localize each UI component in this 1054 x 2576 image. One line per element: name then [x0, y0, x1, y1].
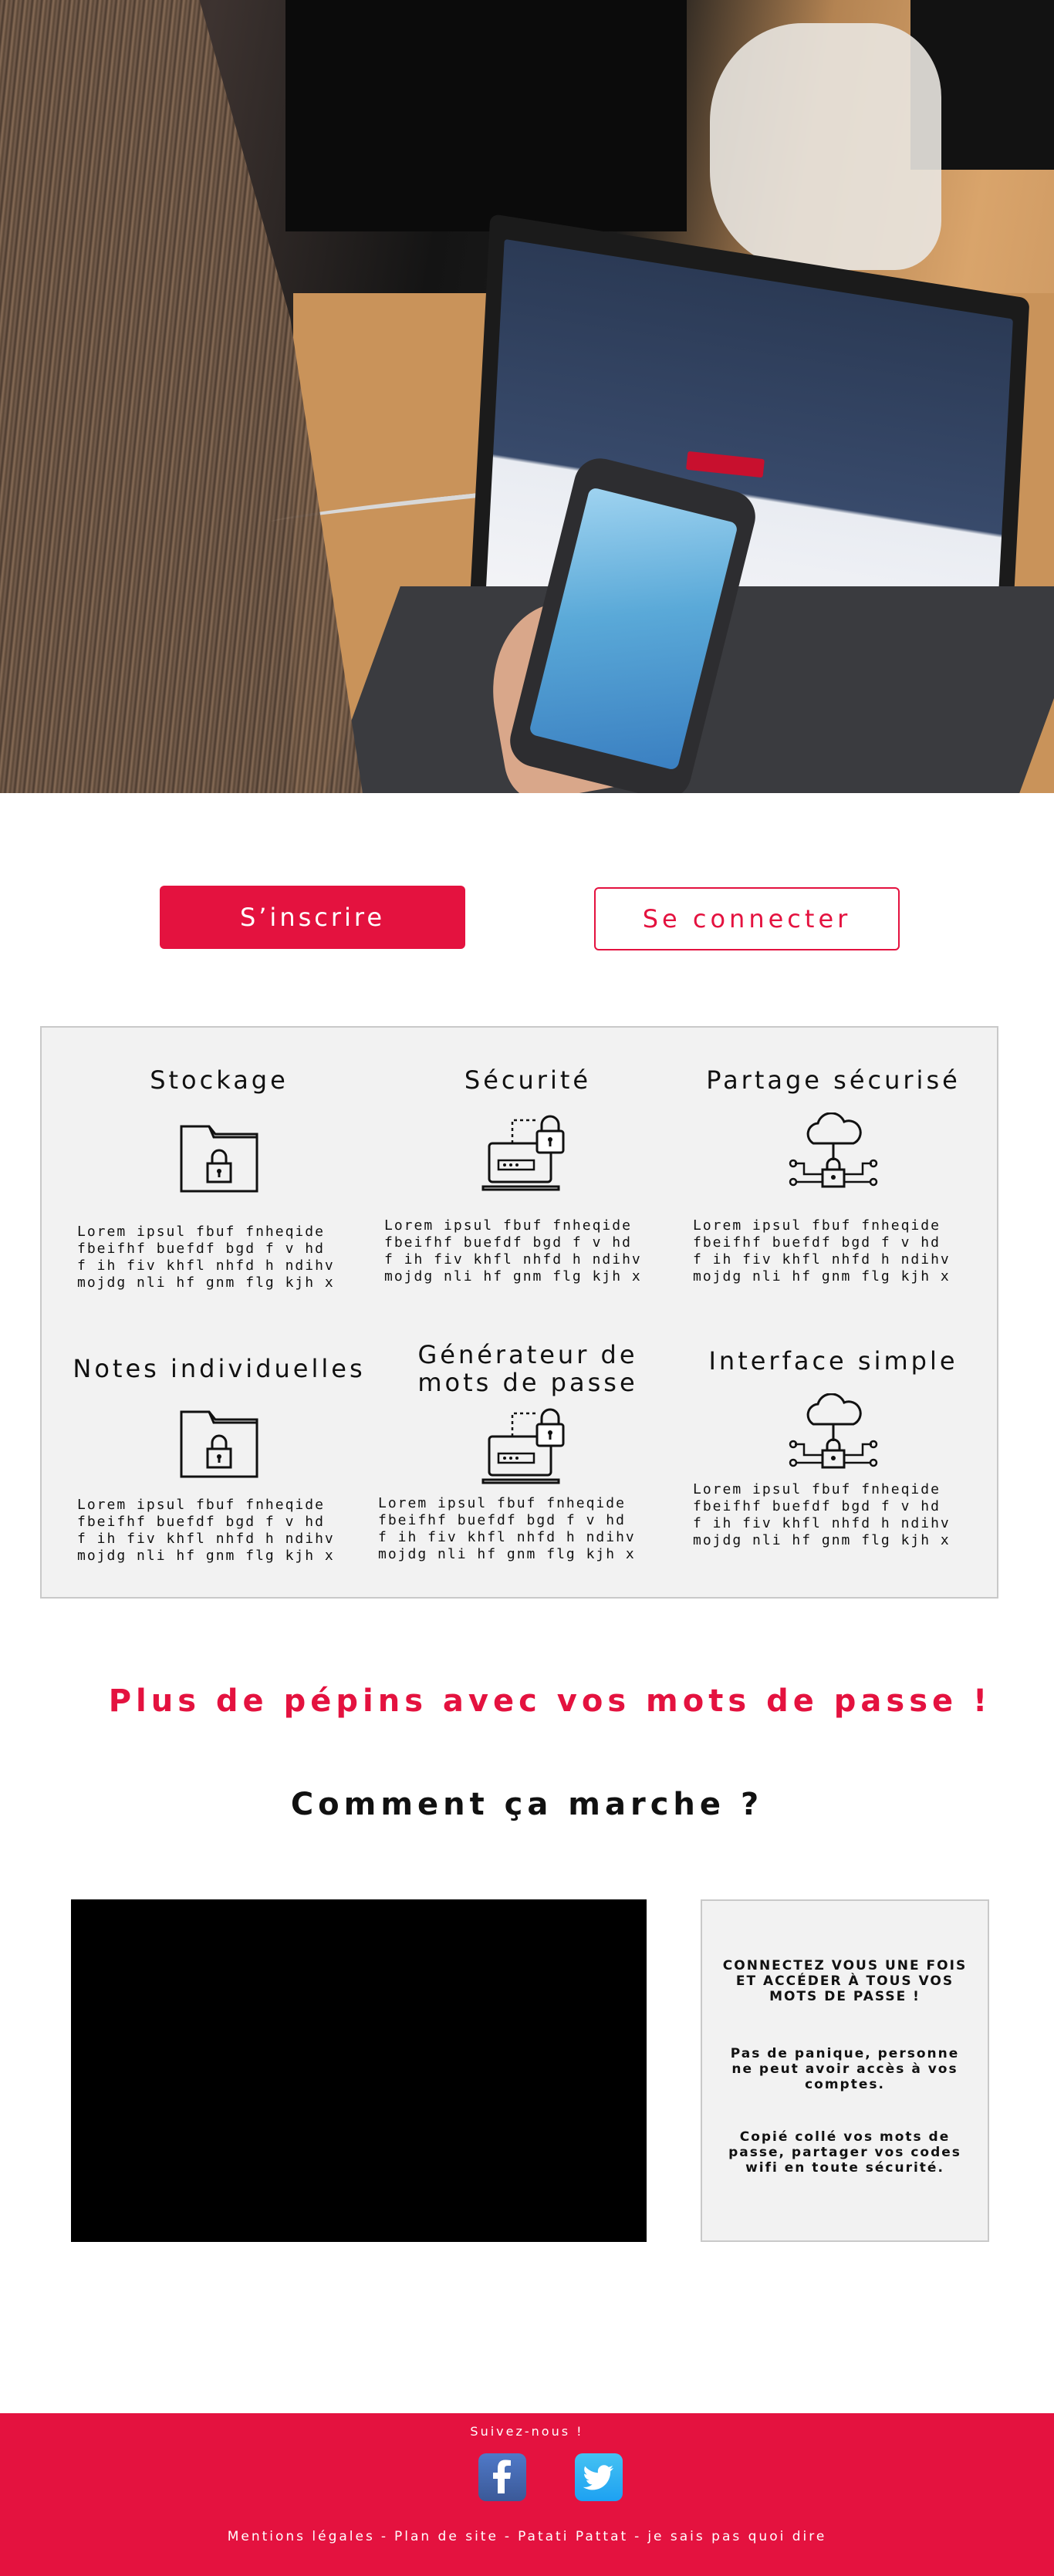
feature-title: Interface simple — [708, 1346, 958, 1376]
feature-text: Lorem ipsul fbuf fnheqide fbeifhf buefdf… — [378, 1495, 636, 1562]
background-bag — [710, 23, 941, 270]
twitter-icon — [583, 2465, 614, 2490]
feature-notes: Notes individuelles Lorem ipsul fbuf fnh… — [42, 1355, 397, 1565]
feature-text: Lorem ipsul fbuf fnheqide fbeifhf buefdf… — [693, 1217, 951, 1285]
info-text-privacy: Pas de panique, personne ne peut avoir a… — [730, 2046, 960, 2092]
folder-lock-icon — [180, 1125, 258, 1193]
facebook-icon — [493, 2460, 511, 2493]
cloud-network-lock-icon — [789, 1393, 878, 1469]
features-panel: Stockage Lorem ipsul fbuf fnheqide fbeif… — [40, 1026, 998, 1599]
background-monitor — [285, 0, 687, 231]
feature-title: Générateur de mots de passe — [417, 1340, 638, 1397]
footer-separator: - — [504, 2529, 512, 2544]
feature-title: Stockage — [150, 1065, 289, 1095]
footer: Suivez-nous ! Mentions légales - Plan de s… — [0, 2413, 1054, 2576]
feature-text: Lorem ipsul fbuf fnheqide fbeifhf buefdf… — [384, 1217, 642, 1285]
login-button[interactable]: Se connecter — [594, 887, 900, 950]
feature-secure-sharing: Partage sécurisé Lorem ipsul fbuf fnheqi… — [679, 1066, 988, 1285]
feature-text: Lorem ipsul fbuf fnheqide fbeifhf buefdf… — [77, 1224, 335, 1291]
footer-link-legal[interactable]: Mentions légales — [228, 2529, 375, 2544]
feature-title: Notes individuelles — [73, 1354, 366, 1383]
twitter-link[interactable] — [575, 2453, 623, 2501]
info-text-sharing: Copié collé vos mots de passe, partager … — [728, 2129, 961, 2176]
facebook-link[interactable] — [478, 2453, 526, 2501]
info-panel: CONNECTEZ VOUS UNE FOIS ET ACCÉDER À TOU… — [701, 1899, 989, 2242]
tagline: Plus de pépins avec vos mots de passe ! — [108, 1683, 992, 1719]
footer-link-misc[interactable]: je sais pas quoi dire — [647, 2529, 826, 2544]
info-headline: CONNECTEZ VOUS UNE FOIS ET ACCÉDER À TOU… — [722, 1958, 968, 2004]
feature-security: Sécurité Lorem ipsul fbuf fnheqide fbeif… — [373, 1066, 682, 1285]
footer-link-sitemap[interactable]: Plan de site — [394, 2529, 498, 2544]
footer-links: Mentions légales - Plan de site - Patati Pat… — [0, 2529, 1054, 2544]
folder-lock-icon — [180, 1410, 258, 1478]
footer-separator: - — [380, 2529, 388, 2544]
hero-image — [0, 0, 1054, 793]
feature-storage: Stockage Lorem ipsul fbuf fnheqide fbeif… — [65, 1066, 373, 1291]
laptop-lock-icon — [481, 1408, 565, 1484]
footer-link-patati[interactable]: Patati Pattat — [518, 2529, 628, 2544]
video-player[interactable] — [71, 1899, 647, 2242]
footer-separator: - — [634, 2529, 642, 2544]
feature-title: Sécurité — [464, 1065, 592, 1095]
follow-us-label: Suivez-nous ! — [470, 2424, 584, 2439]
laptop-lock-icon — [481, 1115, 565, 1191]
feature-password-generator: Générateur de mots de passe Lorem ipsul … — [373, 1341, 682, 1563]
signup-button[interactable]: S’inscrire — [160, 886, 465, 949]
feature-title: Partage sécurisé — [706, 1065, 961, 1095]
feature-text: Lorem ipsul fbuf fnheqide fbeifhf buefdf… — [77, 1497, 335, 1564]
feature-text: Lorem ipsul fbuf fnheqide fbeifhf buefdf… — [693, 1481, 951, 1548]
feature-simple-interface: Interface simple Lorem ipsul fbuf fnheqi… — [679, 1347, 988, 1549]
cloud-network-lock-icon — [789, 1112, 878, 1188]
how-it-works-title: Comment ça marche ? — [290, 1787, 764, 1822]
